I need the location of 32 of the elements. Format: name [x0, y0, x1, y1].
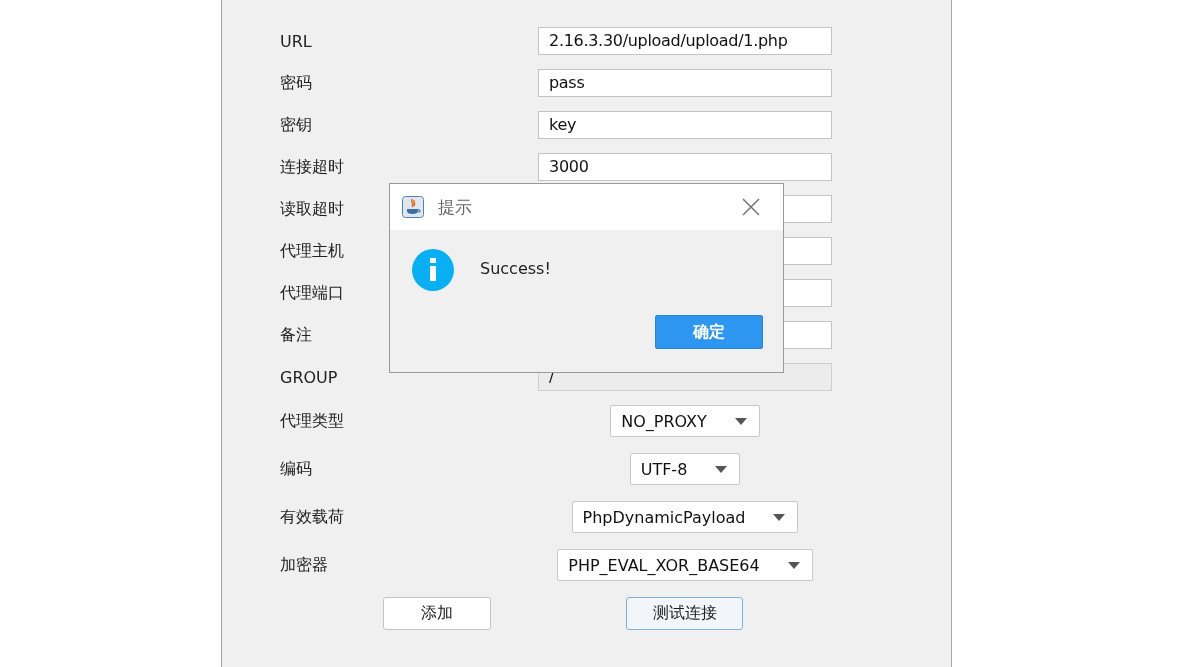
coffee-cup-icon — [402, 196, 424, 218]
caret-icon — [773, 513, 786, 521]
info-icon — [412, 249, 454, 291]
input-field[interactable]: pass — [538, 69, 832, 97]
field-label: 有效载荷 — [280, 506, 344, 528]
field-label: 代理主机 — [280, 240, 344, 262]
caret-icon — [787, 561, 800, 569]
dropdown[interactable]: PHP_EVAL_XOR_BASE64 — [557, 549, 813, 581]
field-label: 密码 — [280, 72, 312, 94]
test-connection-button[interactable]: 测试连接 — [626, 597, 743, 630]
field-label: 加密器 — [280, 554, 328, 576]
field-label: URL — [280, 31, 312, 51]
input-field[interactable]: 3000 — [538, 153, 832, 181]
field-label: 连接超时 — [280, 156, 344, 178]
field-label: 备注 — [280, 324, 312, 346]
dropdown[interactable]: NO_PROXY — [610, 405, 760, 437]
dropdown[interactable]: UTF-8 — [629, 453, 741, 485]
field-label: GROUP — [280, 367, 338, 387]
field-label: 代理端口 — [280, 282, 344, 304]
close-icon[interactable] — [742, 198, 760, 216]
field-label: 读取超时 — [280, 198, 344, 220]
input-field[interactable]: 2.16.3.30/upload/upload/1.php — [538, 27, 832, 55]
dialog-title: 提示 — [438, 195, 472, 219]
caret-icon — [715, 465, 728, 473]
add-button[interactable]: 添加 — [383, 597, 491, 630]
dialog-message: Success! — [480, 258, 551, 278]
field-label: 编码 — [280, 458, 312, 480]
field-label: 密钥 — [280, 114, 312, 136]
field-label: 代理类型 — [280, 410, 344, 432]
caret-icon — [734, 417, 747, 425]
input-field[interactable]: key — [538, 111, 832, 139]
dropdown[interactable]: PhpDynamicPayload — [571, 501, 799, 533]
